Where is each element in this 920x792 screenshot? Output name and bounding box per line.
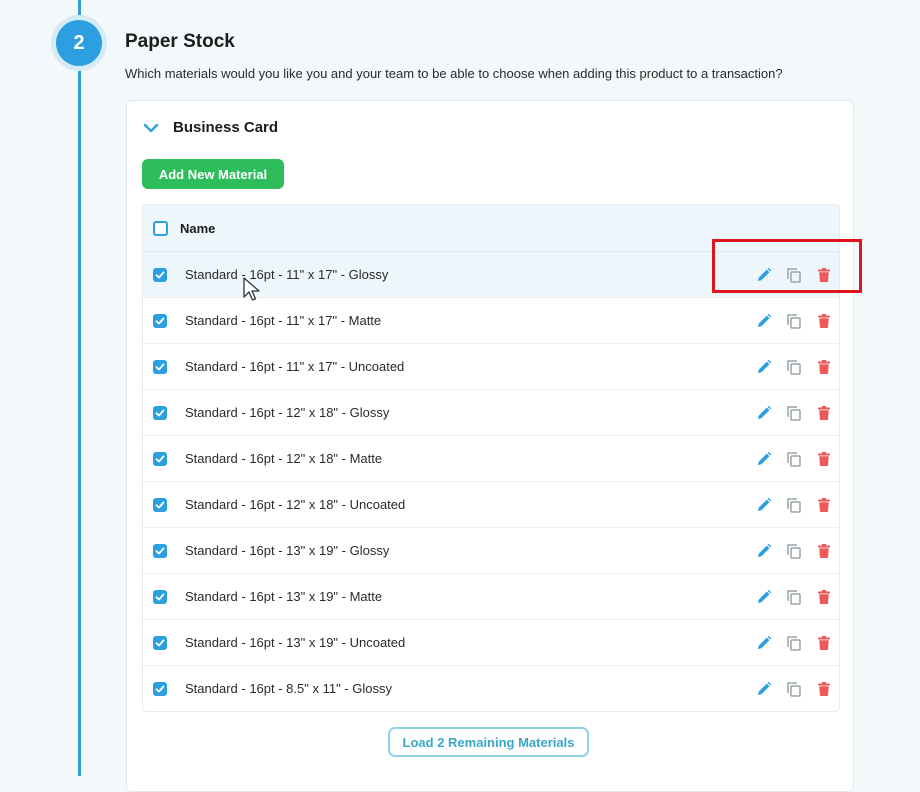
checkmark-icon bbox=[155, 363, 165, 370]
section-title: Paper Stock bbox=[125, 31, 235, 52]
pencil-icon[interactable] bbox=[755, 450, 773, 468]
trash-icon[interactable] bbox=[815, 680, 833, 698]
checkmark-icon bbox=[155, 639, 165, 646]
row-checkbox[interactable] bbox=[153, 543, 167, 558]
checkmark-icon bbox=[155, 271, 165, 278]
material-name: Standard - 16pt - 13" x 19" - Matte bbox=[185, 589, 383, 604]
copy-icon[interactable] bbox=[785, 496, 803, 514]
row-checkbox[interactable] bbox=[153, 405, 167, 420]
select-all-checkbox[interactable] bbox=[153, 220, 168, 236]
checkmark-icon bbox=[155, 317, 165, 324]
copy-icon[interactable] bbox=[785, 680, 803, 698]
mouse-cursor-icon bbox=[243, 277, 260, 301]
copy-icon[interactable] bbox=[785, 404, 803, 422]
row-actions bbox=[755, 436, 833, 481]
checkmark-icon bbox=[155, 593, 165, 600]
row-actions bbox=[755, 344, 833, 389]
row-checkbox[interactable] bbox=[153, 497, 167, 512]
pencil-icon[interactable] bbox=[755, 358, 773, 376]
copy-icon[interactable] bbox=[785, 634, 803, 652]
trash-icon[interactable] bbox=[815, 450, 833, 468]
material-name: Standard - 16pt - 12" x 18" - Uncoated bbox=[185, 497, 406, 512]
add-new-material-button[interactable]: Add New Material bbox=[142, 159, 284, 189]
row-checkbox[interactable] bbox=[153, 589, 167, 604]
trash-icon[interactable] bbox=[815, 634, 833, 652]
pencil-icon[interactable] bbox=[755, 312, 773, 330]
trash-icon[interactable] bbox=[815, 312, 833, 330]
checkmark-icon bbox=[155, 455, 165, 462]
pencil-icon[interactable] bbox=[755, 588, 773, 606]
table-body: Standard - 16pt - 11" x 17" - Glossy Sta… bbox=[143, 252, 839, 711]
row-actions bbox=[755, 528, 833, 573]
pencil-icon[interactable] bbox=[755, 634, 773, 652]
table-row[interactable]: Standard - 16pt - 12" x 18" - Matte bbox=[143, 436, 839, 482]
row-actions bbox=[755, 574, 833, 619]
trash-icon[interactable] bbox=[815, 358, 833, 376]
checkmark-icon bbox=[155, 409, 165, 416]
row-actions bbox=[755, 482, 833, 527]
copy-icon[interactable] bbox=[785, 588, 803, 606]
row-checkbox[interactable] bbox=[153, 359, 167, 374]
table-row[interactable]: Standard - 16pt - 13" x 19" - Uncoated bbox=[143, 620, 839, 666]
pencil-icon[interactable] bbox=[755, 496, 773, 514]
highlight-annotation-box bbox=[712, 239, 862, 293]
pencil-icon[interactable] bbox=[755, 542, 773, 560]
trash-icon[interactable] bbox=[815, 496, 833, 514]
trash-icon[interactable] bbox=[815, 404, 833, 422]
material-name: Standard - 16pt - 13" x 19" - Glossy bbox=[185, 543, 390, 558]
step-number-badge: 2 bbox=[56, 20, 102, 66]
table-row[interactable]: Standard - 16pt - 11" x 17" - Matte bbox=[143, 298, 839, 344]
table-row[interactable]: Standard - 16pt - 13" x 19" - Matte bbox=[143, 574, 839, 620]
row-actions bbox=[755, 298, 833, 343]
row-actions bbox=[755, 390, 833, 435]
row-checkbox[interactable] bbox=[153, 681, 167, 696]
row-checkbox[interactable] bbox=[153, 451, 167, 466]
table-row[interactable]: Standard - 16pt - 13" x 19" - Glossy bbox=[143, 528, 839, 574]
row-actions bbox=[755, 666, 833, 711]
table-row[interactable]: Standard - 16pt - 12" x 18" - Glossy bbox=[143, 390, 839, 436]
row-checkbox[interactable] bbox=[153, 313, 167, 328]
trash-icon[interactable] bbox=[815, 588, 833, 606]
pencil-icon[interactable] bbox=[755, 404, 773, 422]
trash-icon[interactable] bbox=[815, 542, 833, 560]
chevron-down-icon[interactable] bbox=[143, 120, 159, 136]
table-row[interactable]: Standard - 16pt - 11" x 17" - Uncoated bbox=[143, 344, 839, 390]
material-name: Standard - 16pt - 11" x 17" - Glossy bbox=[185, 267, 389, 282]
card-title: Business Card bbox=[173, 119, 279, 136]
row-checkbox[interactable] bbox=[153, 635, 167, 650]
material-name: Standard - 16pt - 12" x 18" - Matte bbox=[185, 451, 383, 466]
material-name: Standard - 16pt - 8.5" x 11" - Glossy bbox=[185, 681, 392, 696]
material-name: Standard - 16pt - 12" x 18" - Glossy bbox=[185, 405, 390, 420]
material-name: Standard - 16pt - 11" x 17" - Matte bbox=[185, 313, 382, 328]
timeline-line bbox=[78, 0, 81, 776]
load-remaining-materials-button[interactable]: Load 2 Remaining Materials bbox=[388, 727, 589, 757]
row-checkbox[interactable] bbox=[153, 267, 167, 282]
material-name: Standard - 16pt - 11" x 17" - Uncoated bbox=[185, 359, 405, 374]
section-subtitle: Which materials would you like you and y… bbox=[125, 66, 783, 81]
pencil-icon[interactable] bbox=[755, 680, 773, 698]
checkmark-icon bbox=[155, 501, 165, 508]
table-row[interactable]: Standard - 16pt - 12" x 18" - Uncoated bbox=[143, 482, 839, 528]
copy-icon[interactable] bbox=[785, 542, 803, 560]
row-actions bbox=[755, 620, 833, 665]
material-card: Business Card Add New Material Name Stan… bbox=[126, 100, 854, 792]
checkmark-icon bbox=[155, 685, 165, 692]
card-header[interactable]: Business Card bbox=[143, 119, 278, 136]
material-name: Standard - 16pt - 13" x 19" - Uncoated bbox=[185, 635, 406, 650]
column-header-name: Name bbox=[180, 220, 216, 236]
checkmark-icon bbox=[155, 547, 165, 554]
copy-icon[interactable] bbox=[785, 450, 803, 468]
copy-icon[interactable] bbox=[785, 312, 803, 330]
copy-icon[interactable] bbox=[785, 358, 803, 376]
table-row[interactable]: Standard - 16pt - 8.5" x 11" - Glossy bbox=[143, 666, 839, 711]
